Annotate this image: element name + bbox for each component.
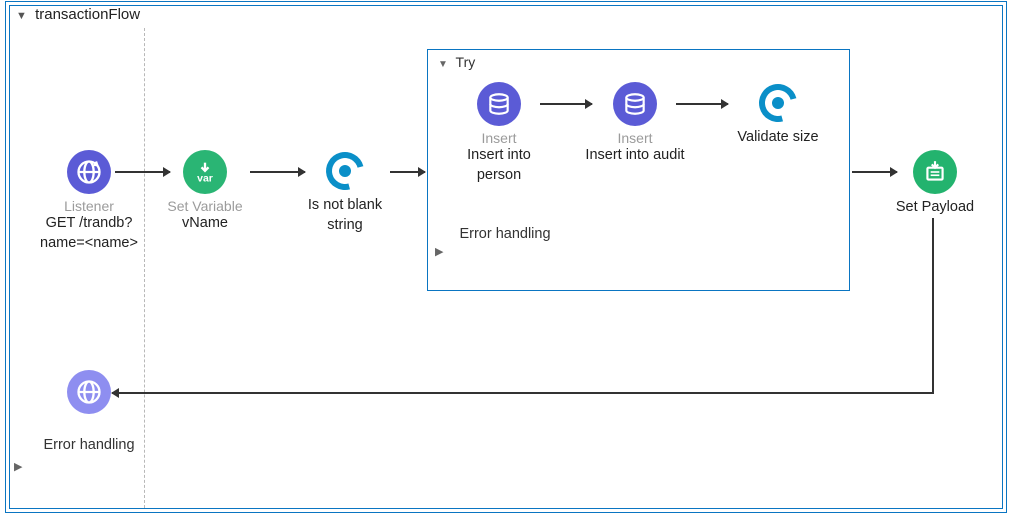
flow-title-label: transactionFlow (35, 6, 140, 23)
main-error-handling-label: Error handling (36, 436, 142, 456)
svg-text:var: var (197, 172, 213, 184)
insert-person-label: Insert into person (444, 146, 554, 185)
expand-error-handling-icon[interactable]: ▶ (14, 460, 22, 473)
return-line-vertical (932, 218, 934, 393)
listener-subtype: Listener (34, 198, 144, 214)
database-icon (613, 82, 657, 126)
database-icon (477, 82, 521, 126)
insert-person-subtype: Insert (444, 130, 554, 146)
flow-title[interactable]: ▼ transactionFlow (16, 6, 140, 23)
try-title[interactable]: ▼ Try (438, 54, 475, 70)
validate-icon (757, 82, 799, 124)
globe-icon (67, 150, 111, 194)
return-line-horizontal (112, 392, 934, 394)
insert-audit-subtype: Insert (580, 130, 690, 146)
source-divider (144, 28, 145, 508)
is-not-blank-label: Is not blank string (290, 196, 400, 235)
set-variable-subtype: Set Variable (155, 198, 255, 214)
set-payload-node[interactable]: Set Payload (880, 150, 990, 218)
insert-person-node[interactable]: Insert Insert into person (444, 82, 554, 185)
try-title-label: Try (456, 54, 476, 70)
listener-node[interactable]: Listener GET /trandb?name=<name> (34, 150, 144, 253)
is-not-blank-node[interactable]: Is not blank string (290, 150, 400, 235)
try-error-handling[interactable]: Error handling (450, 225, 560, 245)
set-variable-label: vName (155, 214, 255, 234)
caret-down-icon: ▼ (438, 59, 448, 70)
main-error-handling-node[interactable] (36, 370, 142, 414)
insert-audit-node[interactable]: Insert Insert into audit (580, 82, 690, 166)
insert-audit-label: Insert into audit (580, 146, 690, 166)
globe-icon (67, 370, 111, 414)
arrow-notblank-to-try (390, 171, 425, 173)
caret-down-icon: ▼ (16, 10, 27, 22)
expand-try-error-handling-icon[interactable]: ▶ (435, 245, 443, 258)
flow-canvas: ▼ transactionFlow ▶ Listener GET /trandb… (0, 0, 1012, 518)
validate-size-label: Validate size (718, 128, 838, 148)
validate-size-node[interactable]: Validate size (718, 82, 838, 148)
payload-icon (913, 150, 957, 194)
validate-icon (324, 150, 366, 192)
set-variable-node[interactable]: var Set Variable vName (155, 150, 255, 234)
set-payload-label: Set Payload (880, 198, 990, 218)
variable-icon: var (183, 150, 227, 194)
listener-label: GET /trandb?name=<name> (34, 214, 144, 253)
try-error-handling-label: Error handling (450, 225, 560, 245)
main-error-handling[interactable]: Error handling (36, 436, 142, 456)
